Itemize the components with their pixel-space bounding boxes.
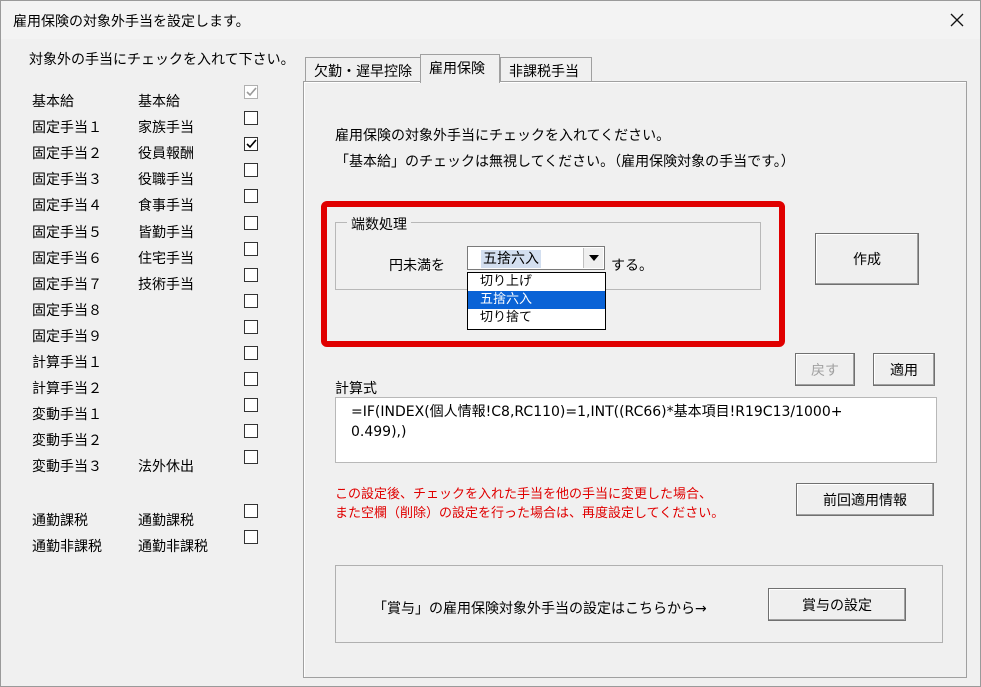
allowance-checkbox[interactable] <box>244 450 258 465</box>
allowance-code: 変動手当２ <box>32 433 102 450</box>
allowance-name: 役職手当 <box>138 172 194 189</box>
allowance-checkbox[interactable] <box>244 137 258 152</box>
checkmark-icon <box>245 87 257 97</box>
allowance-code: 固定手当７ <box>32 276 102 293</box>
allowance-checkbox[interactable] <box>244 319 258 334</box>
dialog-window: 雇用保険の対象外手当を設定します。 対象外の手当にチェックを入れて下さい。 基本… <box>0 0 981 687</box>
allowance-code: 計算手当１ <box>32 355 102 371</box>
allowance-name: 技術手当 <box>138 276 194 293</box>
back-button[interactable]: 戻す <box>795 353 855 386</box>
window-title: 雇用保険の対象外手当を設定します。 <box>13 14 250 30</box>
allowance-code: 基本給 <box>32 94 74 110</box>
allowance-code: 固定手当６ <box>32 250 102 267</box>
allowance-code: 固定手当８ <box>32 302 102 319</box>
allowance-checkbox[interactable] <box>244 163 258 178</box>
bonus-settings-text: 「賞与」の雇用保険対象外手当の設定はこちらから→ <box>373 601 707 617</box>
tab-non-taxable-allowance[interactable]: 非課税手当 <box>500 57 592 81</box>
left-heading: 対象外の手当にチェックを入れて下さい。 <box>29 52 295 68</box>
allowance-code: 通勤課税 <box>32 513 88 529</box>
allowance-code: 固定手当３ <box>32 172 102 189</box>
allowance-code: 変動手当１ <box>32 407 102 424</box>
bonus-settings-button[interactable]: 賞与の設定 <box>768 588 906 621</box>
formula-value: =IF(INDEX(個人情報!C8,RC110)=1,INT((RC66)*基本… <box>351 404 843 440</box>
allowance-checkbox[interactable] <box>244 504 258 518</box>
instruction-text-1: 雇用保険の対象外手当にチェックを入れてください。 <box>335 128 671 144</box>
instruction-text-2: 「基本給」のチェックは無視してください。（雇用保険対象の手当です。） <box>335 154 795 170</box>
allowance-name: 法外休出 <box>138 459 194 476</box>
allowance-name: 家族手当 <box>138 120 194 137</box>
allowance-name: 住宅手当 <box>138 250 194 267</box>
allowance-checkbox[interactable] <box>244 346 258 360</box>
allowance-checkbox[interactable] <box>244 215 258 230</box>
allowance-code: 固定手当４ <box>32 198 102 215</box>
allowance-checkbox[interactable] <box>244 398 258 413</box>
tab-absence-deduction[interactable]: 欠勤・遅早控除 <box>305 57 421 81</box>
allowance-code: 固定手当２ <box>32 146 102 163</box>
formula-textbox[interactable]: =IF(INDEX(個人情報!C8,RC110)=1,INT((RC66)*基本… <box>335 397 937 463</box>
allowance-checkbox[interactable] <box>244 530 258 545</box>
allowance-name: 皆勤手当 <box>138 224 194 241</box>
allowance-code: 固定手当９ <box>32 328 102 345</box>
allowance-checkbox[interactable] <box>244 85 258 99</box>
title-bar: 雇用保険の対象外手当を設定します。 <box>1 1 980 39</box>
allowance-checkbox[interactable] <box>244 372 258 387</box>
allowance-code: 計算手当２ <box>32 381 102 398</box>
previous-apply-info-button[interactable]: 前回適用情報 <box>796 483 934 516</box>
close-icon <box>950 13 964 27</box>
allowance-name: 食事手当 <box>138 198 194 215</box>
rounding-dropdown-list: 切り上げ 五捨六入 切り捨て <box>467 272 606 330</box>
warning-line-2: また空欄（削除）の設定を行った場合は、再度設定してください。 <box>335 506 725 521</box>
tab-label: 雇用保険 <box>429 61 485 77</box>
allowance-name: 基本給 <box>138 94 180 110</box>
allowance-checkbox[interactable] <box>244 111 258 126</box>
dropdown-option-round-half[interactable]: 五捨六入 <box>468 291 605 309</box>
allowance-name: 役員報酬 <box>138 146 194 163</box>
allowance-checkbox[interactable] <box>244 293 258 308</box>
allowance-name: 通勤非課税 <box>138 539 208 556</box>
dropdown-option-round-up[interactable]: 切り上げ <box>468 273 605 291</box>
allowance-checkbox[interactable] <box>244 241 258 256</box>
create-button[interactable]: 作成 <box>815 233 919 285</box>
tab-label: 欠勤・遅早控除 <box>314 64 412 80</box>
warning-message: この設定後、チェックを入れた手当を他の手当に変更した場合、 また空欄（削除）の設… <box>335 485 724 523</box>
dropdown-option-round-down[interactable]: 切り捨て <box>468 309 605 327</box>
formula-label: 計算式 <box>335 381 377 397</box>
allowance-checkbox[interactable] <box>244 424 258 439</box>
checkmark-icon <box>245 139 257 149</box>
tab-employment-insurance[interactable]: 雇用保険 <box>420 54 500 83</box>
apply-button[interactable]: 適用 <box>873 353 935 386</box>
close-button[interactable] <box>940 5 974 35</box>
allowance-checkbox[interactable] <box>244 189 258 204</box>
allowance-code: 通勤非課税 <box>32 539 102 556</box>
allowance-code: 固定手当５ <box>32 224 102 241</box>
tab-label: 非課税手当 <box>509 64 579 80</box>
allowance-checkbox[interactable] <box>244 267 258 282</box>
allowance-name: 通勤課税 <box>138 513 194 529</box>
warning-line-1: この設定後、チェックを入れた手当を他の手当に変更した場合、 <box>335 487 713 502</box>
allowance-code: 固定手当１ <box>32 120 102 137</box>
allowance-code: 変動手当３ <box>32 459 102 476</box>
